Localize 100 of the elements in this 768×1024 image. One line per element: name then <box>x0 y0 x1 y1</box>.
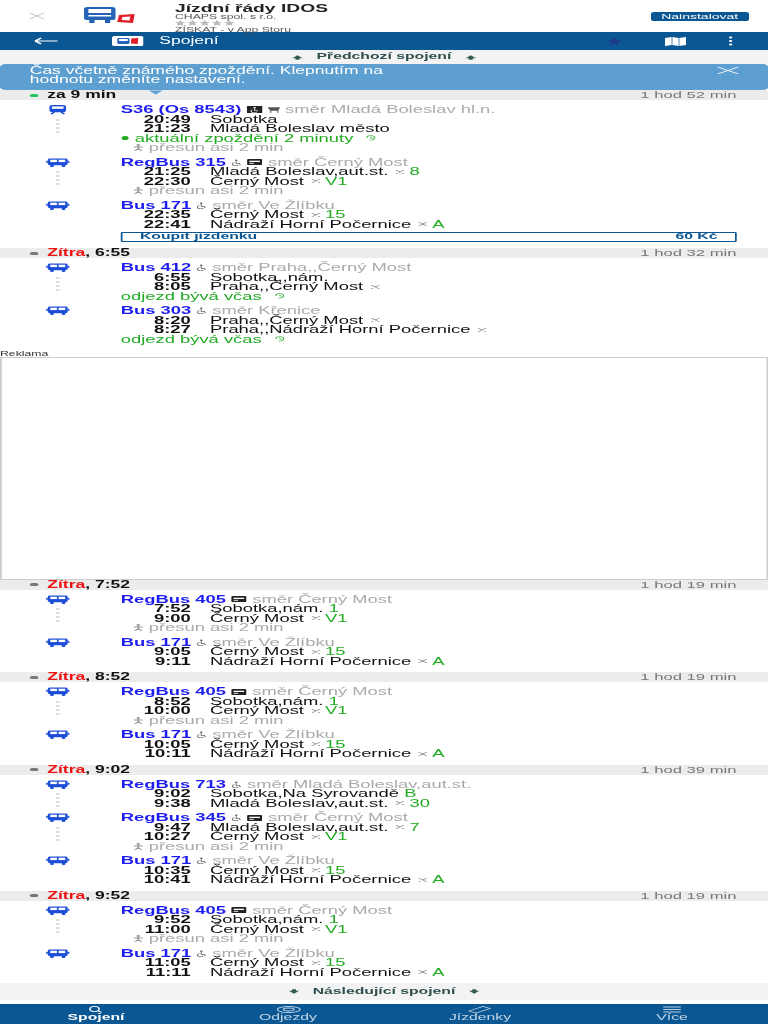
bus-icon <box>45 263 70 273</box>
star-icon[interactable] <box>605 36 623 46</box>
direction-text: směr Ve Žlíbku <box>212 948 335 958</box>
tab-button[interactable]: Odjezdy <box>192 1004 384 1024</box>
line-link[interactable]: S36 (Os 8543) <box>120 105 242 115</box>
bus-icon <box>45 779 70 789</box>
platform-text: 1 <box>328 696 339 706</box>
direction-text: směr Mladá Boleslav,aut.st. <box>246 779 472 789</box>
down-arrow-icon <box>288 989 299 994</box>
line-link[interactable]: Bus 171 <box>120 200 192 210</box>
connector-line <box>56 608 60 622</box>
request-stop-icon <box>310 179 320 184</box>
wheelchair-icon <box>196 638 207 646</box>
stop-time: 8:20 <box>153 315 191 325</box>
stop-time: 11:11 <box>144 967 191 977</box>
connector-line <box>56 826 60 841</box>
stop-name: Praha,,Černý Most <box>210 282 364 292</box>
stop-name: Mladá Boleslav,aut.st. <box>210 798 389 808</box>
departure-label: Zítra, 7:52 <box>47 579 130 590</box>
tab-button[interactable]: Jízdenky <box>384 1004 576 1024</box>
up-arrow-icon <box>292 54 303 60</box>
line-link[interactable]: Bus 171 <box>120 948 192 958</box>
request-stop-icon <box>310 742 320 747</box>
card-icon <box>246 814 263 821</box>
connector-line <box>56 793 60 807</box>
wheelchair-icon <box>196 949 207 957</box>
card-icon <box>231 907 247 914</box>
line-link[interactable]: Bus 171 <box>120 637 192 647</box>
walking-icon <box>133 187 144 195</box>
platform-text: 15 <box>324 958 346 968</box>
bus-icon <box>45 157 70 167</box>
stop-time: 20:49 <box>143 114 191 124</box>
wheelchair-icon <box>231 158 242 166</box>
request-stop-icon <box>418 222 427 227</box>
connector-line <box>56 171 60 185</box>
platform-text: 1 <box>328 604 339 614</box>
previous-connections-button[interactable]: Předchozí spojení <box>0 50 768 64</box>
platform-text: A <box>432 656 445 666</box>
next-connections-button[interactable]: Následující spojení <box>0 983 768 1000</box>
cart-icon <box>267 106 280 114</box>
install-button[interactable]: Nainstalovat <box>650 12 749 21</box>
line-link[interactable]: RegBus 405 <box>120 687 226 697</box>
walking-icon <box>133 144 144 152</box>
walking-icon <box>133 935 144 943</box>
stop-name: Černý Most <box>210 739 304 749</box>
stop-time: 7:52 <box>153 604 191 614</box>
punctuality-text: odjezd bývá včas <box>120 334 262 344</box>
stop-name: Černý Most <box>210 647 304 657</box>
direction-text: směr Ve Žlíbku <box>212 200 335 210</box>
platform-text: 1 <box>328 915 339 925</box>
tab-button[interactable]: Více <box>576 1004 768 1024</box>
stop-time: 21:23 <box>142 124 191 134</box>
stop-name: Nádraží Horní Počernice <box>210 219 412 229</box>
line-link[interactable]: Bus 171 <box>120 730 192 740</box>
request-stop-icon <box>310 649 320 654</box>
duration-text: 1 hod 19 min <box>640 890 737 901</box>
stop-name: Nádraží Horní Počernice <box>210 656 412 666</box>
back-arrow-icon[interactable] <box>33 37 58 45</box>
platform-text: 15 <box>324 865 346 875</box>
line-link[interactable]: RegBus 405 <box>120 594 226 604</box>
request-stop-icon <box>477 327 487 332</box>
stop-name: Mladá Boleslav,aut.st. <box>210 822 389 832</box>
line-link[interactable]: RegBus 713 <box>120 779 226 789</box>
platform-text: A <box>432 967 445 977</box>
transfer-text: přesun asi 2 min <box>148 623 284 633</box>
platform-text: 15 <box>324 739 346 749</box>
stop-time: 22:35 <box>143 210 191 220</box>
request-stop-icon <box>310 960 320 965</box>
up-arrow-icon <box>465 54 476 60</box>
line-link[interactable]: Bus 412 <box>120 263 192 273</box>
nav-title: Spojení <box>159 36 219 46</box>
request-stop-icon <box>310 212 320 217</box>
stop-time: 8:05 <box>152 282 191 292</box>
menu-icon[interactable] <box>727 36 733 46</box>
line-link[interactable]: RegBus 405 <box>120 905 226 915</box>
stop-time: 8:52 <box>153 696 191 706</box>
stop-time: 10:00 <box>142 706 191 716</box>
stop-name: Černý Most <box>210 176 304 186</box>
direction-text: směr Ve Žlíbku <box>212 637 335 647</box>
wheelchair-icon <box>196 857 207 865</box>
stop-time: 9:02 <box>153 789 191 799</box>
line-link[interactable]: Bus 303 <box>120 306 192 316</box>
stop-name: Sobotka,Na Syrovandě <box>210 789 399 799</box>
direction-text: směr Černý Most <box>252 905 393 915</box>
stop-time: 22:30 <box>142 176 191 186</box>
request-stop-icon <box>370 284 379 289</box>
tab-button[interactable]: Spojení <box>0 1004 192 1024</box>
walking-icon <box>133 716 144 724</box>
request-stop-icon <box>395 801 405 806</box>
platform-text: V1 <box>324 706 348 716</box>
line-link[interactable]: RegBus 345 <box>120 813 226 823</box>
line-link[interactable]: RegBus 315 <box>120 157 226 167</box>
line-link[interactable]: Bus 171 <box>120 856 192 866</box>
stop-time: 11:00 <box>143 924 191 934</box>
stop-time: 10:35 <box>143 865 191 875</box>
map-icon[interactable] <box>664 36 686 46</box>
platform-text: 30 <box>409 798 430 808</box>
platform-text: V1 <box>324 924 348 934</box>
request-stop-icon <box>310 927 320 932</box>
wheelchair-icon <box>196 264 207 272</box>
